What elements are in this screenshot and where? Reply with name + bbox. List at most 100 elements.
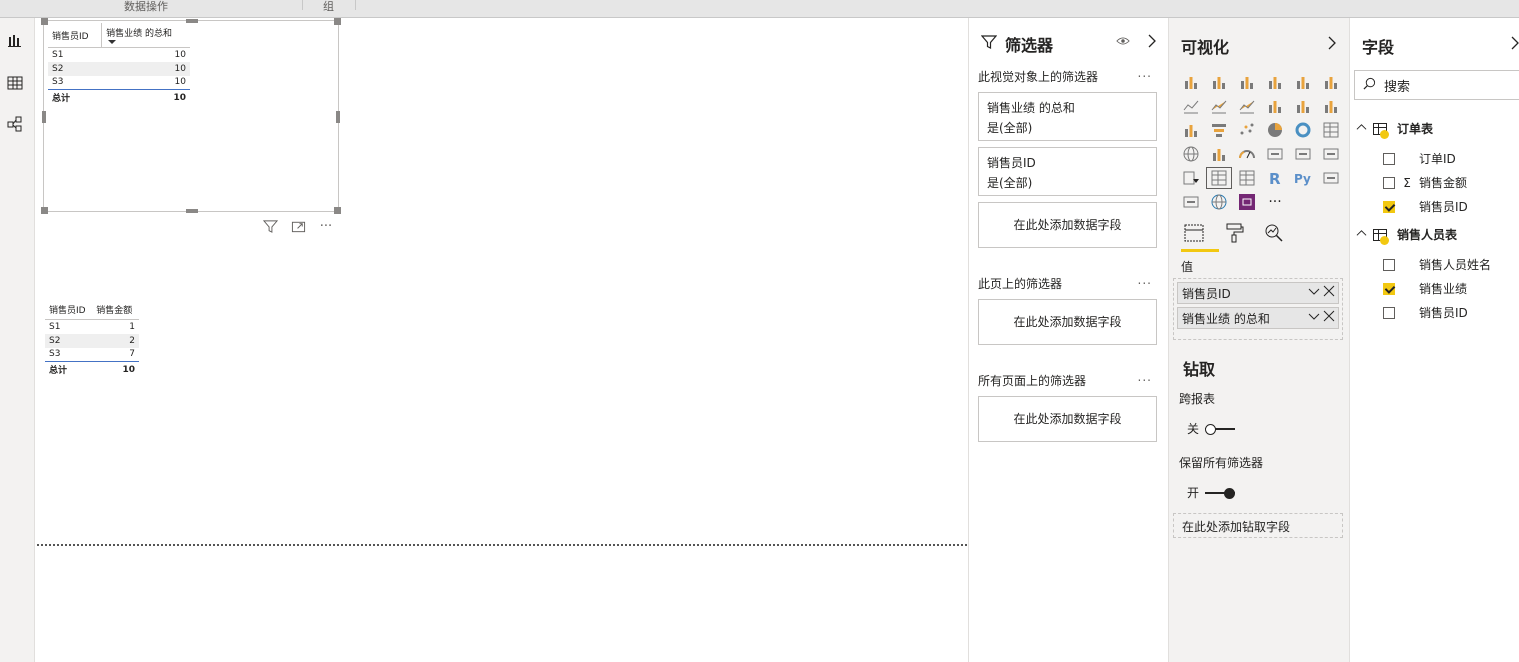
toggle-switch[interactable] xyxy=(1205,487,1236,499)
resize-handle[interactable] xyxy=(334,207,341,214)
key-influencers-icon[interactable] xyxy=(1317,166,1345,190)
collapse-chevron-icon[interactable] xyxy=(1147,34,1157,51)
column-header[interactable]: 销售金额 xyxy=(92,300,139,320)
more-options-icon[interactable]: ... xyxy=(1138,273,1152,287)
waterfall-chart-icon[interactable] xyxy=(1177,118,1205,142)
analytics-magnifier-icon[interactable] xyxy=(1261,220,1287,246)
treemap-icon[interactable] xyxy=(1317,118,1345,142)
multi-row-card-icon[interactable] xyxy=(1289,142,1317,166)
more-visuals-icon[interactable]: ··· xyxy=(1261,190,1289,214)
field-checkbox[interactable] xyxy=(1383,258,1395,271)
sales-performance-table[interactable]: 销售员ID 销售业绩 的总和 S1 10 S2 10 S3 10 总计 10 xyxy=(48,23,190,105)
column-header[interactable]: 销售员ID xyxy=(45,300,93,320)
column-header-sorted[interactable]: 销售业绩 的总和 xyxy=(101,23,190,48)
filter-icon[interactable] xyxy=(261,218,279,234)
clustered-bar-chart-icon[interactable] xyxy=(1233,70,1261,94)
line-chart-icon[interactable] xyxy=(1177,94,1205,118)
fields-search-input[interactable]: 搜索 xyxy=(1354,70,1519,100)
data-view-icon[interactable] xyxy=(6,74,24,92)
toggle-switch[interactable] xyxy=(1205,423,1236,435)
fields-tab-icon[interactable] xyxy=(1181,220,1219,252)
values-well[interactable]: 销售员ID 销售业绩 的总和 xyxy=(1173,278,1343,340)
report-canvas[interactable]: 销售员ID 销售业绩 的总和 S1 10 S2 10 S3 10 总计 10 ··· 销… xyxy=(35,18,968,662)
filter-card[interactable]: 销售员ID 是(全部) xyxy=(978,147,1157,196)
collapse-chevron-icon[interactable] xyxy=(1327,36,1337,53)
field-checkbox[interactable] xyxy=(1383,306,1395,319)
stacked-column-chart-icon[interactable] xyxy=(1205,70,1233,94)
report-view-icon[interactable] xyxy=(6,32,24,50)
remove-field-icon[interactable] xyxy=(1323,285,1335,300)
funnel-chart-icon[interactable] xyxy=(1205,118,1233,142)
field-checkbox[interactable] xyxy=(1383,282,1395,295)
chevron-up-icon[interactable] xyxy=(1356,122,1367,136)
filter-card[interactable]: 销售业绩 的总和 是(全部) xyxy=(978,92,1157,141)
field-table-node[interactable]: 销售人员表 xyxy=(1356,226,1457,245)
clustered-column-chart-icon[interactable] xyxy=(1261,70,1289,94)
stacked-area-chart-icon[interactable] xyxy=(1233,94,1261,118)
100-stacked-bar-chart-icon[interactable] xyxy=(1289,70,1317,94)
filter-card-name: 销售业绩 的总和 xyxy=(987,101,1075,115)
slicer-icon[interactable] xyxy=(1177,166,1205,190)
add-data-field-dropzone[interactable]: 在此处添加数据字段 xyxy=(978,396,1157,442)
focus-mode-icon[interactable] xyxy=(289,218,307,234)
resize-handle[interactable] xyxy=(41,18,48,25)
resize-handle[interactable] xyxy=(186,209,198,213)
stacked-bar-chart-icon[interactable] xyxy=(1177,70,1205,94)
gauge-icon[interactable] xyxy=(1233,142,1261,166)
field-checkbox[interactable] xyxy=(1383,200,1395,213)
resize-handle[interactable] xyxy=(41,207,48,214)
field-pill[interactable]: 销售员ID xyxy=(1177,282,1339,304)
add-data-field-dropzone[interactable]: 在此处添加数据字段 xyxy=(978,202,1157,248)
column-header[interactable]: 销售员ID xyxy=(48,23,102,48)
format-paint-roller-icon[interactable] xyxy=(1221,220,1247,246)
kpi-icon[interactable] xyxy=(1317,142,1345,166)
chevron-up-icon[interactable] xyxy=(1356,228,1367,242)
python-visual-icon[interactable]: Py xyxy=(1289,166,1317,190)
resize-handle[interactable] xyxy=(42,111,46,123)
field-item[interactable]: 销售员ID xyxy=(1383,198,1468,215)
matrix-icon[interactable] xyxy=(1233,166,1261,190)
collapse-chevron-icon[interactable] xyxy=(1510,36,1519,53)
table-icon[interactable] xyxy=(1205,166,1233,190)
remove-field-icon[interactable] xyxy=(1323,310,1335,325)
cross-report-toggle[interactable]: 关 xyxy=(1187,420,1236,437)
ribbon-chart-icon[interactable] xyxy=(1317,94,1345,118)
drillthrough-dropzone[interactable]: 在此处添加钻取字段 xyxy=(1173,513,1343,538)
r-script-visual-icon[interactable]: R xyxy=(1261,166,1289,190)
map-icon[interactable] xyxy=(1177,142,1205,166)
keep-filters-toggle[interactable]: 开 xyxy=(1187,484,1236,501)
chevron-down-icon[interactable] xyxy=(1308,310,1320,325)
resize-handle[interactable] xyxy=(336,111,340,123)
field-checkbox[interactable] xyxy=(1383,176,1395,189)
field-item[interactable]: 订单ID xyxy=(1383,150,1456,167)
table-visual-selected[interactable]: 销售员ID 销售业绩 的总和 S1 10 S2 10 S3 10 总计 10 xyxy=(41,18,341,214)
chevron-down-icon[interactable] xyxy=(1308,285,1320,300)
donut-chart-icon[interactable] xyxy=(1289,118,1317,142)
field-item[interactable]: 销售人员姓名 xyxy=(1383,256,1491,273)
area-chart-icon[interactable] xyxy=(1205,94,1233,118)
field-item[interactable]: 销售业绩 xyxy=(1383,280,1467,297)
100-stacked-column-chart-icon[interactable] xyxy=(1317,70,1345,94)
add-data-field-dropzone[interactable]: 在此处添加数据字段 xyxy=(978,299,1157,345)
more-options-icon[interactable]: ··· xyxy=(317,218,335,234)
pie-chart-icon[interactable] xyxy=(1261,118,1289,142)
scatter-chart-icon[interactable] xyxy=(1233,118,1261,142)
field-pill[interactable]: 销售业绩 的总和 xyxy=(1177,307,1339,329)
card-icon[interactable] xyxy=(1261,142,1289,166)
line-clustered-column-chart-icon[interactable] xyxy=(1289,94,1317,118)
field-item[interactable]: Σ 销售金额 xyxy=(1383,174,1467,191)
line-column-chart-icon[interactable] xyxy=(1261,94,1289,118)
field-table-node[interactable]: 订单表 xyxy=(1356,120,1433,139)
more-options-icon[interactable]: ... xyxy=(1138,66,1152,80)
eye-icon[interactable] xyxy=(1116,34,1130,51)
qa-visual-icon[interactable] xyxy=(1177,190,1205,214)
arcgis-map-icon[interactable] xyxy=(1205,190,1233,214)
sales-amount-table[interactable]: 销售员ID 销售金额 S1 1 S2 2 S3 7 总计 10 xyxy=(45,300,139,377)
more-options-icon[interactable]: ... xyxy=(1138,370,1152,384)
filled-map-icon[interactable] xyxy=(1205,142,1233,166)
power-apps-icon[interactable] xyxy=(1233,190,1261,214)
field-item[interactable]: 销售员ID xyxy=(1383,304,1468,321)
resize-handle[interactable] xyxy=(334,18,341,25)
field-checkbox[interactable] xyxy=(1383,152,1395,165)
model-view-icon[interactable] xyxy=(6,115,24,133)
